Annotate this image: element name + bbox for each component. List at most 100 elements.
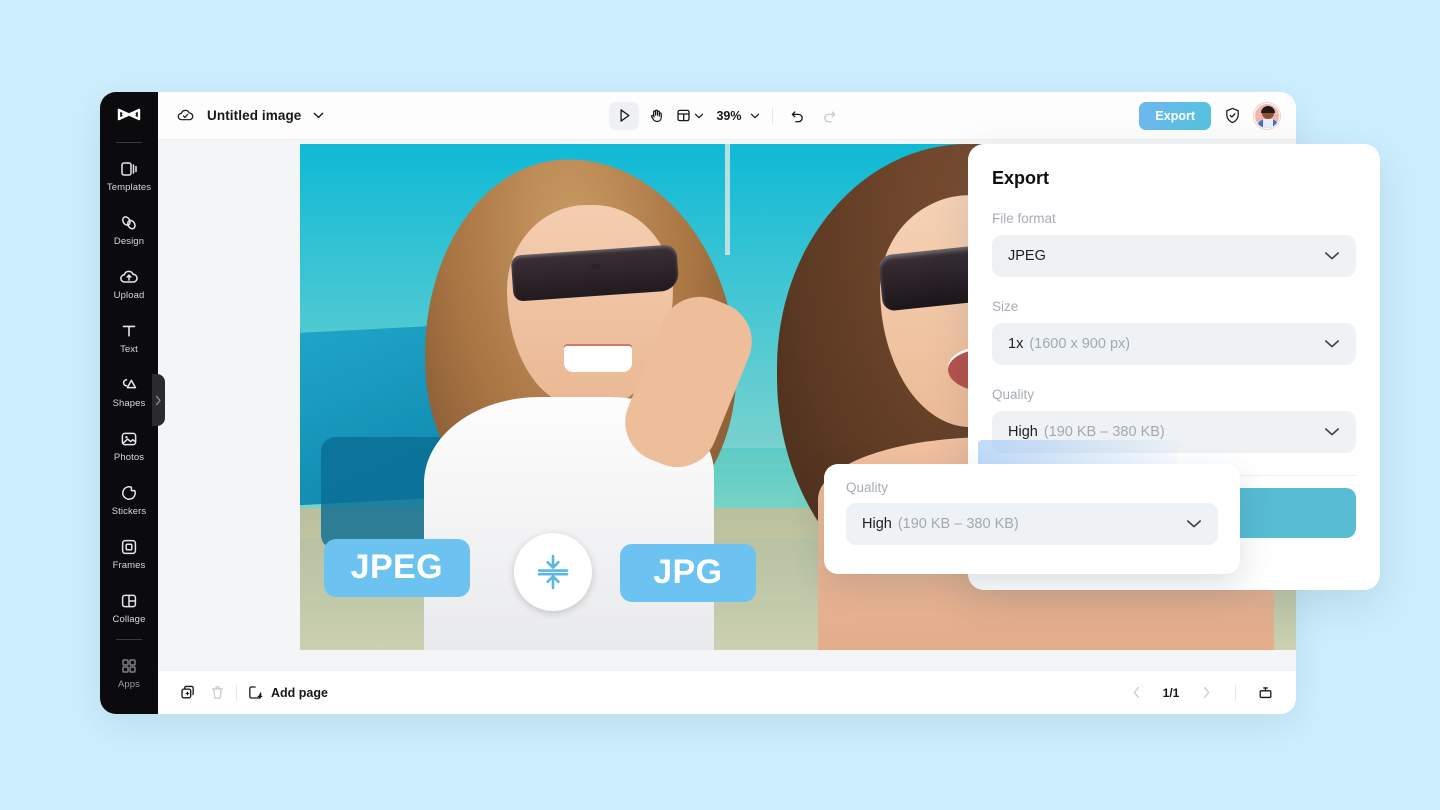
quality-callout-value-main: High [862, 516, 892, 532]
app-header: Untitled image 39% Export [158, 92, 1296, 140]
sidebar-collapse-handle[interactable] [152, 374, 165, 426]
chevron-down-icon [750, 113, 760, 119]
layout-tool-button[interactable] [673, 107, 706, 124]
size-label: Size [992, 299, 1019, 314]
sidebar-item-upload[interactable]: Upload [100, 257, 158, 311]
bottom-bar: Add page 1/1 [158, 670, 1296, 714]
export-panel-title: Export [992, 168, 1050, 188]
quality-label: Quality [992, 387, 1035, 402]
templates-icon [119, 159, 139, 179]
collage-icon [119, 591, 139, 611]
photo-pole [724, 144, 730, 256]
page-nav-divider [1235, 684, 1236, 701]
size-value-main: 1x [1008, 336, 1024, 352]
sidebar-divider-top [116, 142, 142, 143]
chevron-down-icon [1324, 339, 1340, 349]
capcut-logo-icon[interactable] [114, 104, 144, 132]
sidebar-item-label: Photos [113, 452, 145, 463]
undo-button[interactable] [783, 102, 813, 130]
quality-callout-value-sub: (190 KB – 380 KB) [897, 516, 1019, 532]
sidebar-item-label: Upload [113, 290, 145, 301]
compress-vertical-icon [532, 551, 574, 593]
shapes-icon [119, 375, 139, 395]
file-format-value: JPEG [1008, 248, 1046, 264]
next-page-button[interactable] [1191, 679, 1221, 707]
shield-check-icon[interactable] [1223, 106, 1242, 125]
header-right-group: Export [1139, 101, 1296, 130]
quality-value-sub: (190 KB – 380 KB) [1043, 424, 1165, 440]
chevron-down-icon[interactable] [313, 112, 324, 119]
avatar[interactable] [1254, 102, 1280, 129]
page-navigation: 1/1 [1121, 679, 1296, 707]
document-title[interactable]: Untitled image [207, 108, 301, 123]
file-format-label: File format [992, 211, 1056, 226]
sidebar-item-label: Templates [106, 182, 152, 193]
page-indicator: 1/1 [1162, 685, 1180, 700]
sidebar-item-templates[interactable]: Templates [100, 149, 158, 203]
chevron-down-icon [694, 113, 704, 119]
delete-page-button[interactable] [202, 679, 232, 707]
sidebar-item-frames[interactable]: Frames [100, 527, 158, 581]
redo-arrow-icon [821, 107, 838, 124]
sidebar-item-label: Shapes [112, 398, 146, 409]
add-page-button[interactable]: Add page [247, 684, 328, 701]
select-tool-button[interactable] [609, 101, 640, 130]
sidebar-item-text[interactable]: Text [100, 311, 158, 365]
upload-cloud-icon [119, 267, 139, 287]
present-button[interactable] [1250, 679, 1280, 707]
cloud-check-icon[interactable] [176, 106, 195, 125]
size-value-sub: (1600 x 900 px) [1029, 336, 1131, 352]
layout-panel-icon [675, 107, 692, 124]
photo-person1-smile [564, 346, 632, 372]
compress-badge [513, 532, 592, 611]
header-left-group: Untitled image [158, 106, 324, 125]
chevron-left-icon [1132, 686, 1141, 699]
chevron-down-icon [1324, 251, 1340, 261]
text-t-icon [119, 321, 139, 341]
avatar-shirt [1263, 118, 1273, 128]
size-select[interactable]: 1x (1600 x 900 px) [992, 323, 1356, 365]
sidebar-item-collage[interactable]: Collage [100, 581, 158, 635]
quality-select[interactable]: High (190 KB – 380 KB) [992, 411, 1356, 453]
quality-callout-label: Quality [846, 480, 889, 495]
present-icon [1257, 684, 1274, 701]
chevron-down-icon [1186, 519, 1202, 529]
left-sidebar: Templates Design Upload Text Shapes Phot… [100, 92, 158, 714]
redo-button[interactable] [815, 102, 845, 130]
photo-icon [119, 429, 139, 449]
zoom-level-value: 39% [716, 108, 742, 123]
add-page-icon [247, 684, 264, 701]
frame-icon [119, 537, 139, 557]
header-toolbar: 39% [577, 101, 877, 130]
sidebar-item-design[interactable]: Design [100, 203, 158, 257]
hand-tool-button[interactable] [641, 102, 671, 130]
sticker-icon [119, 483, 139, 503]
chevron-right-icon [1202, 686, 1211, 699]
sidebar-item-stickers[interactable]: Stickers [100, 473, 158, 527]
sidebar-item-label: Text [120, 344, 138, 355]
avatar-hair [1261, 105, 1275, 113]
toolbar-divider [771, 107, 773, 124]
zoom-control[interactable]: 39% [708, 109, 761, 123]
sidebar-item-label: Stickers [111, 506, 147, 517]
cursor-arrow-icon [616, 107, 633, 124]
sidebar-item-photos[interactable]: Photos [100, 419, 158, 473]
trash-icon [209, 684, 226, 701]
prev-page-button[interactable] [1121, 679, 1151, 707]
sidebar-item-label: Collage [112, 614, 146, 625]
quality-callout-select[interactable]: High (190 KB – 380 KB) [846, 503, 1218, 545]
apps-grid-icon [119, 656, 139, 676]
add-page-label: Add page [271, 685, 328, 700]
chevron-right-icon [155, 395, 162, 406]
duplicate-page-icon [179, 684, 196, 701]
export-button[interactable]: Export [1139, 101, 1211, 130]
duplicate-page-button[interactable] [172, 679, 202, 707]
sidebar-item-shapes[interactable]: Shapes [100, 365, 158, 419]
sidebar-item-apps[interactable]: Apps [100, 646, 158, 700]
format-badge-jpg: JPG [619, 543, 756, 602]
quality-callout-card: Quality High (190 KB – 380 KB) [824, 464, 1240, 574]
hand-icon [648, 107, 665, 124]
bottombar-divider [236, 684, 237, 701]
file-format-select[interactable]: JPEG [992, 235, 1356, 277]
chevron-down-icon [1324, 427, 1340, 437]
